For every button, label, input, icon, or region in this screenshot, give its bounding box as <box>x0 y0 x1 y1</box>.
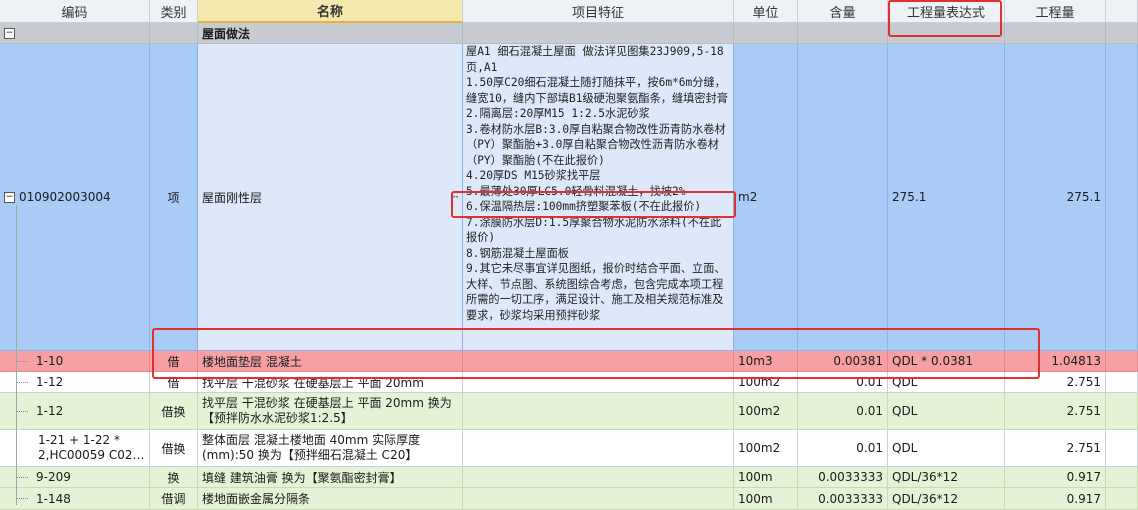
row-extra <box>1106 372 1138 393</box>
col-header-name[interactable]: 名称 <box>198 0 463 23</box>
row-expr[interactable]: QDL/36*12 <box>888 488 1005 510</box>
collapse-icon[interactable]: − <box>4 27 15 39</box>
item-quantity[interactable]: 275.1 <box>1005 44 1106 351</box>
feature-line: 2.隔离层:20厚M15 1:2.5水泥砂浆 <box>466 107 650 120</box>
row-type[interactable]: 借换 <box>150 393 198 430</box>
row-quantity[interactable]: 2.751 <box>1005 393 1106 430</box>
group-qty-cell <box>1005 23 1106 44</box>
feature-line: 4.20厚DS M15砂浆找平层 <box>466 169 601 182</box>
tree-branch <box>16 476 28 478</box>
row-content[interactable]: 0.0033333 <box>798 467 888 488</box>
table-row[interactable]: 1-148 借调 楼地面嵌金属分隔条 100m 0.0033333 QDL/36… <box>0 488 1138 510</box>
row-features[interactable] <box>463 430 734 467</box>
row-unit[interactable]: 100m2 <box>734 393 798 430</box>
tree-branch <box>16 360 28 362</box>
row-content[interactable]: 0.0033333 <box>798 488 888 510</box>
tree-branch <box>16 410 28 412</box>
row-type[interactable]: 换 <box>150 467 198 488</box>
group-extra-cell <box>1106 23 1138 44</box>
group-type-cell <box>150 23 198 44</box>
row-unit[interactable]: 100m <box>734 488 798 510</box>
tree-branch <box>16 381 28 383</box>
tree-connector <box>16 205 17 505</box>
highlight-box-feature-line <box>451 191 736 218</box>
item-code: 010902003004 <box>19 190 111 204</box>
row-expr[interactable]: QDL/36*12 <box>888 467 1005 488</box>
feature-line: 屋A1 细石混凝土屋面 做法详见图集23J909,5-18页,A1 <box>466 45 724 74</box>
col-header-content[interactable]: 含量 <box>798 0 888 23</box>
features-text: 屋A1 细石混凝土屋面 做法详见图集23J909,5-18页,A1 1.50厚C… <box>466 44 730 323</box>
row-unit[interactable]: 100m2 <box>734 430 798 467</box>
table-row[interactable]: 9-209 换 填缝 建筑油膏 换为【聚氨酯密封膏】 100m 0.003333… <box>0 467 1138 488</box>
row-features[interactable] <box>463 488 734 510</box>
collapse-icon[interactable]: − <box>4 191 15 203</box>
col-header-quantity[interactable]: 工程量 <box>1005 0 1106 23</box>
row-type[interactable]: 借换 <box>150 430 198 467</box>
row-extra <box>1106 488 1138 510</box>
highlight-box-selected-row <box>152 328 1040 379</box>
group-content-cell <box>798 23 888 44</box>
item-extra-cell <box>1106 44 1138 351</box>
row-name[interactable]: 填缝 建筑油膏 换为【聚氨酯密封膏】 <box>198 467 463 488</box>
row-content[interactable]: 0.01 <box>798 393 888 430</box>
row-code-cell[interactable]: 1-10 <box>0 351 150 372</box>
row-content[interactable]: 0.01 <box>798 430 888 467</box>
row-extra <box>1106 351 1138 372</box>
row-code: 9-209 <box>36 470 71 484</box>
table-row[interactable]: 1-12 借换 找平层 干混砂浆 在硬基层上 平面 20mm 换为【预拌防水水泥… <box>0 393 1138 430</box>
row-features[interactable] <box>463 467 734 488</box>
row-code: 1-12 <box>36 403 64 418</box>
tree-branch <box>16 498 28 499</box>
row-extra <box>1106 393 1138 430</box>
row-name[interactable]: 整体面层 混凝土楼地面 40mm 实际厚度(mm):50 换为【预拌细石混凝土 … <box>198 430 463 467</box>
row-type[interactable]: 借调 <box>150 488 198 510</box>
item-name-cell[interactable]: 屋面刚性层 ··· <box>198 44 463 351</box>
highlight-box-qty-expr-header <box>888 0 1002 37</box>
feature-line: 1.50厚C20细石混凝土随打随抹平，按6m*6m分缝，缝宽10，缝内下部填B1… <box>466 76 728 105</box>
col-header-features[interactable]: 项目特征 <box>463 0 734 23</box>
row-expr[interactable]: QDL <box>888 430 1005 467</box>
row-name[interactable]: 找平层 干混砂浆 在硬基层上 平面 20mm 换为【预拌防水水泥砂浆1:2.5】 <box>198 393 463 430</box>
quota-grid: 编码 类别 名称 项目特征 单位 含量 工程量表达式 工程量 − 屋面做法 − … <box>0 0 1138 510</box>
feature-line: 9.其它未尽事宜详见图纸，报价时结合平面、立面、大样、节点图、系统图综合考虑，包… <box>466 262 726 322</box>
group-toggle-cell: − <box>0 23 150 44</box>
row-code-cell[interactable]: 1-148 <box>0 488 150 510</box>
feature-line: 8.钢筋混凝土屋面板 <box>466 246 569 260</box>
col-header-code[interactable]: 编码 <box>0 0 150 23</box>
row-quantity[interactable]: 0.917 <box>1005 467 1106 488</box>
row-unit[interactable]: 100m <box>734 467 798 488</box>
row-extra <box>1106 430 1138 467</box>
col-header-unit[interactable]: 单位 <box>734 0 798 23</box>
row-code: 1-12 <box>36 375 64 389</box>
group-features-cell <box>463 23 734 44</box>
group-unit-cell <box>734 23 798 44</box>
row-extra <box>1106 467 1138 488</box>
row-code-cell[interactable]: 9-209 <box>0 467 150 488</box>
row-quantity[interactable]: 2.751 <box>1005 430 1106 467</box>
row-features[interactable] <box>463 393 734 430</box>
group-name: 屋面做法 <box>198 23 463 44</box>
row-code-cell[interactable]: 1-12 <box>0 372 150 393</box>
item-name: 屋面刚性层 <box>202 190 263 205</box>
row-code: 1-148 <box>36 491 71 506</box>
item-unit[interactable]: m2 <box>734 44 798 351</box>
row-code: 1-21 + 1-22 * 2,HC00059 C02… <box>38 433 145 462</box>
row-expr[interactable]: QDL <box>888 393 1005 430</box>
row-code: 1-10 <box>36 354 64 368</box>
col-header-type[interactable]: 类别 <box>150 0 198 23</box>
row-code-cell[interactable]: 1-21 + 1-22 * 2,HC00059 C02… <box>0 430 150 467</box>
table-row[interactable]: 1-21 + 1-22 * 2,HC00059 C02… 借换 整体面层 混凝土… <box>0 430 1138 467</box>
feature-line: 7.涂膜防水层D:1.5厚聚合物水泥防水涂料(不在此报价) <box>466 215 722 245</box>
item-content[interactable] <box>798 44 888 351</box>
col-header-extra <box>1106 0 1138 23</box>
row-code-cell[interactable]: 1-12 <box>0 393 150 430</box>
row-name[interactable]: 楼地面嵌金属分隔条 <box>198 488 463 510</box>
feature-line: 3.卷材防水层B:3.0厚自粘聚合物改性沥青防水卷材（PY）聚酯胎+3.0厚自粘… <box>466 122 726 167</box>
item-type[interactable]: 项 <box>150 44 198 351</box>
item-code-cell[interactable]: − 010902003004 <box>0 44 150 351</box>
item-qty-expr[interactable]: 275.1 <box>888 44 1005 351</box>
row-quantity[interactable]: 0.917 <box>1005 488 1106 510</box>
